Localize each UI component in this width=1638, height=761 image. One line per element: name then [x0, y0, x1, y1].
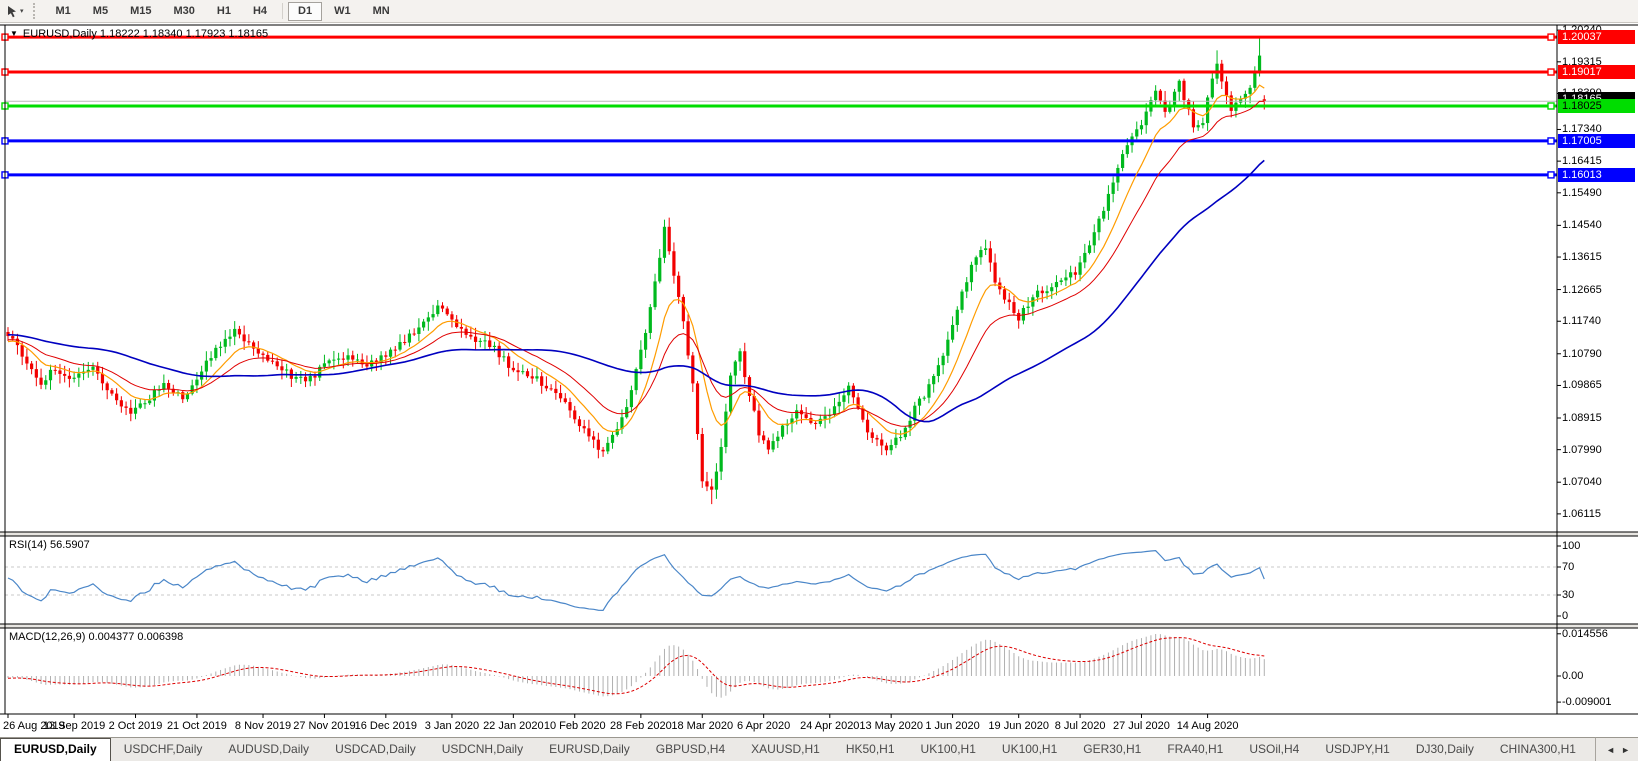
- price-tick-label: 1.07040: [1562, 476, 1636, 488]
- price-tick-label: 1.15490: [1562, 187, 1636, 199]
- symbol-tab-EURUSD-Daily[interactable]: EURUSD,Daily: [536, 738, 643, 761]
- timeframe-button-M30[interactable]: M30: [163, 2, 204, 21]
- symbol-tab-GBPUSD-H4[interactable]: GBPUSD,H4: [643, 738, 738, 761]
- price-tick-label: 1.11740: [1562, 315, 1636, 327]
- date-tick-label: 19 Jun 2020: [986, 720, 1052, 732]
- symbol-tab-UK100-H1[interactable]: UK100,H1: [989, 738, 1070, 761]
- symbol-dropdown-icon[interactable]: ▼: [10, 30, 18, 38]
- timeframe-button-M5[interactable]: M5: [83, 2, 118, 21]
- symbol-tab-USDCHF-Daily[interactable]: USDCHF,Daily: [111, 738, 216, 761]
- pointer-icon: [6, 5, 19, 18]
- date-tick-label: 8 Jul 2020: [1047, 720, 1113, 732]
- macd-tick-label: -0.009001: [1562, 696, 1636, 708]
- chart-tab-bar: EURUSD,DailyUSDCHF,DailyAUDUSD,DailyUSDC…: [0, 737, 1638, 761]
- date-tick-label: 16 Dec 2019: [353, 720, 419, 732]
- level-price-label: 1.19017: [1558, 65, 1635, 79]
- symbol-tab-CHINA300-H1[interactable]: CHINA300,H1: [1487, 738, 1589, 761]
- date-tick-label: 8 Nov 2019: [230, 720, 296, 732]
- chart-canvas[interactable]: [0, 0, 1638, 761]
- timeframe-button-H4[interactable]: H4: [243, 2, 277, 21]
- price-tick-label: 1.14540: [1562, 219, 1636, 231]
- level-price-label: 1.17005: [1558, 134, 1635, 148]
- symbol-tab-USOil-H4[interactable]: USOil,H4: [1236, 738, 1312, 761]
- symbol-tab-USDCAD-Daily[interactable]: USDCAD,Daily: [322, 738, 429, 761]
- symbol-tab-USDCNH-Daily[interactable]: USDCNH,Daily: [429, 738, 536, 761]
- date-tick-label: 22 Jan 2020: [480, 720, 546, 732]
- rsi-tick-label: 100: [1562, 540, 1636, 552]
- macd-indicator-label: MACD(12,26,9) 0.004377 0.006398: [9, 631, 183, 643]
- timeframe-button-D1[interactable]: D1: [288, 2, 322, 21]
- price-tick-label: 1.06115: [1562, 508, 1636, 520]
- price-tick-label: 1.10790: [1562, 348, 1636, 360]
- macd-tick-label: 0.00: [1562, 670, 1636, 682]
- price-tick-label: 1.08915: [1562, 412, 1636, 424]
- symbol-tab-HK50-H1[interactable]: HK50,H1: [833, 738, 908, 761]
- date-tick-label: 2 Oct 2019: [103, 720, 169, 732]
- toolbar-grip[interactable]: [33, 3, 40, 19]
- timeframe-button-M1[interactable]: M1: [46, 2, 81, 21]
- mt4-window: ▾ M1M5M15M30H1H4 D1W1MN ▼ EURUSD,Daily 1.…: [0, 0, 1638, 761]
- rsi-tick-label: 70: [1562, 561, 1636, 573]
- dropdown-caret-icon: ▾: [20, 8, 24, 15]
- symbol-tab-USDJPY-H1[interactable]: USDJPY,H1: [1312, 738, 1402, 761]
- date-tick-label: 14 Aug 2020: [1175, 720, 1241, 732]
- timeframe-buttons: M1M5M15M30H1H4 D1W1MN: [45, 2, 401, 21]
- date-tick-label: 28 Feb 2020: [608, 720, 674, 732]
- date-tick-label: 3 Jan 2020: [419, 720, 485, 732]
- date-tick-label: 1 Jun 2020: [920, 720, 986, 732]
- timeframe-button-W1[interactable]: W1: [324, 2, 361, 21]
- level-price-label: 1.20037: [1558, 30, 1635, 44]
- date-tick-label: 13 May 2020: [858, 720, 924, 732]
- chart-title: ▼ EURUSD,Daily 1.18222 1.18340 1.17923 1…: [10, 28, 268, 40]
- symbol-tab-DJ30-Daily[interactable]: DJ30,Daily: [1403, 738, 1487, 761]
- date-tick-label: 27 Nov 2019: [291, 720, 357, 732]
- date-tick-label: 18 Mar 2020: [669, 720, 735, 732]
- tab-scroll-right-button[interactable]: ►: [1621, 746, 1630, 755]
- price-tick-label: 1.16415: [1562, 155, 1636, 167]
- cursor-tool-button[interactable]: ▾: [0, 4, 28, 19]
- price-tick-label: 1.09865: [1562, 379, 1636, 391]
- timeframe-button-MN[interactable]: MN: [363, 2, 400, 21]
- date-tick-label: 10 Feb 2020: [542, 720, 608, 732]
- tab-scroll-left-button[interactable]: ◄: [1606, 746, 1615, 755]
- rsi-indicator-label: RSI(14) 56.5907: [9, 539, 90, 551]
- timeframe-button-M15[interactable]: M15: [120, 2, 161, 21]
- symbol-tab-GER30-H1[interactable]: GER30,H1: [1070, 738, 1154, 761]
- level-price-label: 1.18025: [1558, 99, 1635, 113]
- date-tick-label: 13 Sep 2019: [41, 720, 107, 732]
- timeframe-toolbar: ▾ M1M5M15M30H1H4 D1W1MN: [0, 0, 1638, 23]
- timeframe-button-H1[interactable]: H1: [207, 2, 241, 21]
- chart-title-text: EURUSD,Daily 1.18222 1.18340 1.17923 1.1…: [23, 28, 268, 40]
- date-tick-label: 24 Apr 2020: [797, 720, 863, 732]
- symbol-tab-XAUUSD-H1[interactable]: XAUUSD,H1: [738, 738, 833, 761]
- price-tick-label: 1.13615: [1562, 251, 1636, 263]
- date-tick-label: 21 Oct 2019: [164, 720, 230, 732]
- toolbar-separator: [282, 3, 283, 19]
- price-tick-label: 1.12665: [1562, 284, 1636, 296]
- macd-tick-label: 0.014556: [1562, 628, 1636, 640]
- symbol-tab-AUDUSD-Daily[interactable]: AUDUSD,Daily: [215, 738, 322, 761]
- rsi-tick-label: 30: [1562, 589, 1636, 601]
- level-price-label: 1.16013: [1558, 168, 1635, 182]
- date-tick-label: 6 Apr 2020: [731, 720, 797, 732]
- tab-scroll-buttons: ◄ ►: [1595, 737, 1638, 761]
- rsi-tick-label: 0: [1562, 610, 1636, 622]
- symbol-tab-EURUSD-Daily[interactable]: EURUSD,Daily: [0, 738, 111, 761]
- symbol-tab-FRA40-H1[interactable]: FRA40,H1: [1154, 738, 1236, 761]
- date-tick-label: 27 Jul 2020: [1108, 720, 1174, 732]
- price-tick-label: 1.07990: [1562, 444, 1636, 456]
- symbol-tab-UK100-H1[interactable]: UK100,H1: [908, 738, 989, 761]
